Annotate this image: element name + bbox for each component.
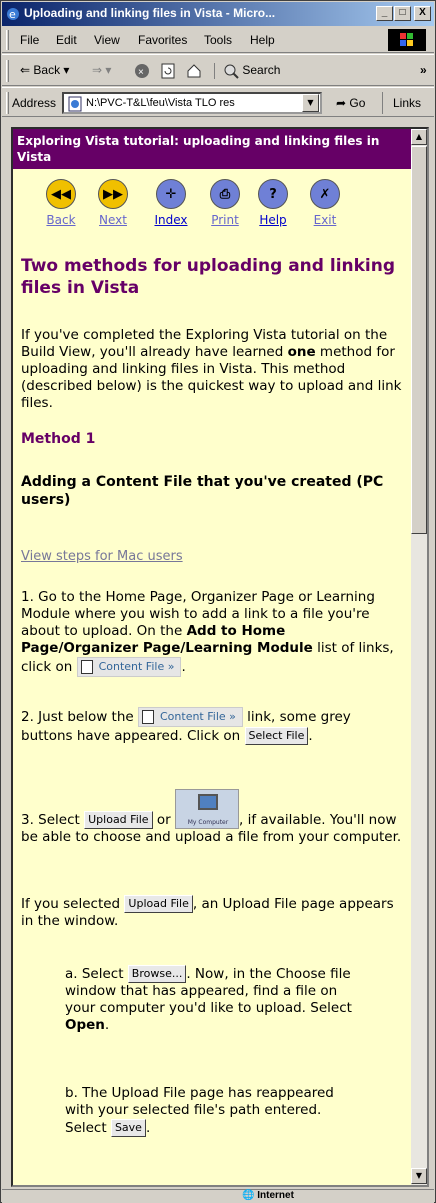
title-bar: e Uploading and linking files in Vista -…: [2, 2, 434, 26]
select-file-button[interactable]: Select File: [244, 727, 309, 745]
nav-exit-label[interactable]: Exit: [305, 213, 345, 227]
nav-back-label[interactable]: Back: [41, 213, 81, 227]
refresh-button[interactable]: [160, 63, 176, 79]
forward-button[interactable]: ⇒ ▾: [92, 63, 111, 77]
index-crosshair-icon: ✛: [156, 179, 186, 209]
intro-paragraph: If you've completed the Exploring Vista …: [21, 327, 402, 411]
my-computer-button[interactable]: My Computer: [174, 789, 239, 829]
step-2: 2. Just below the Content File » link, s…: [21, 707, 351, 745]
close-button[interactable]: X: [414, 6, 431, 21]
monitor-icon: [197, 794, 218, 810]
addressbar-grip[interactable]: [6, 92, 9, 114]
tutorial-nav: ◀◀ Back ▶▶ Next ✛ Index ⎙ Print ? Help ✗…: [13, 173, 411, 239]
svg-text:e: e: [9, 8, 16, 21]
go-arrow-icon: ➦: [336, 96, 350, 110]
svg-text:×: ×: [138, 67, 144, 78]
address-dropdown-button[interactable]: ▼: [302, 94, 319, 112]
step-upload-file: If you selected Upload File, an Upload F…: [21, 895, 394, 929]
tutorial-banner: Exploring Vista tutorial: uploading and …: [13, 129, 411, 169]
browser-window: e Uploading and linking files in Vista -…: [0, 0, 436, 1203]
menu-help[interactable]: Help: [250, 33, 275, 47]
home-button[interactable]: [186, 63, 202, 79]
upload-file-button-2[interactable]: Upload File: [124, 895, 193, 913]
refresh-icon: [161, 63, 175, 79]
save-button[interactable]: Save: [110, 1119, 146, 1137]
toolbar-overflow-chevron-icon[interactable]: »: [420, 63, 427, 77]
minimize-button[interactable]: _: [376, 6, 393, 21]
step-3: 3. Select Upload File or My Computer, if…: [21, 789, 405, 846]
back-dropdown-icon: ▾: [60, 63, 70, 77]
nav-print[interactable]: ⎙ Print: [205, 179, 245, 227]
exit-runner-icon: ✗: [310, 179, 340, 209]
browse-button[interactable]: Browse...: [127, 965, 187, 983]
home-icon: [187, 64, 201, 78]
page-viewport: Exploring Vista tutorial: uploading and …: [11, 127, 429, 1187]
forward-arrow-icon: ⇒ ▾: [92, 63, 112, 77]
ie-logo-icon: e: [7, 8, 19, 21]
globe-icon: 🌐: [242, 1190, 258, 1201]
nav-exit[interactable]: ✗ Exit: [305, 179, 345, 227]
address-input[interactable]: N:\PVC-T&L\feu\Vista TLO res: [62, 92, 322, 114]
document-icon: [142, 710, 154, 724]
page-title: Two methods for uploading and linking fi…: [21, 256, 396, 298]
nav-help[interactable]: ? Help: [253, 179, 293, 227]
menu-bar: File Edit View Favorites Tools Help: [2, 27, 434, 53]
menubar-grip[interactable]: [6, 30, 9, 50]
menu-favorites[interactable]: Favorites: [138, 33, 187, 47]
nav-index[interactable]: ✛ Index: [151, 179, 191, 227]
scroll-down-button[interactable]: ▼: [411, 1168, 427, 1184]
links-button[interactable]: Links: [382, 92, 432, 114]
maximize-button[interactable]: □: [394, 6, 411, 21]
menu-tools[interactable]: Tools: [204, 33, 232, 47]
nav-index-label[interactable]: Index: [151, 213, 191, 227]
address-value: N:\PVC-T&L\feu\Vista TLO res: [86, 97, 235, 109]
menu-edit[interactable]: Edit: [56, 33, 77, 47]
step-a: a. Select Browse.... Now, in the Choose …: [65, 965, 352, 1033]
status-bar: 🌐 Internet: [2, 1189, 434, 1203]
page-icon: [68, 96, 82, 112]
toolbar-grip[interactable]: [6, 60, 9, 82]
address-label: Address: [12, 96, 57, 110]
nav-back[interactable]: ◀◀ Back: [41, 179, 81, 227]
search-icon: [224, 64, 239, 79]
page-content: Exploring Vista tutorial: uploading and …: [13, 129, 411, 1185]
subheading: Adding a Content File that you've create…: [21, 474, 384, 508]
help-question-icon: ?: [258, 179, 288, 209]
windows-logo-icon: [388, 29, 426, 51]
address-bar: Address N:\PVC-T&L\feu\Vista TLO res ▼ ➦…: [2, 87, 434, 117]
menu-file[interactable]: File: [20, 33, 39, 47]
standard-toolbar: ⇐ Back ▾ ⇒ ▾ × Search »: [2, 54, 434, 86]
step-b: b. The Upload File page has reappeared w…: [65, 1085, 334, 1137]
stop-icon: ×: [135, 64, 149, 78]
go-button[interactable]: ➦ Go: [336, 96, 365, 110]
fast-forward-icon: ▶▶: [98, 179, 128, 209]
content-file-button-2[interactable]: Content File »: [138, 707, 243, 727]
document-icon: [80, 660, 93, 674]
status-zone: 🌐 Internet: [242, 1190, 294, 1201]
scroll-thumb[interactable]: [411, 146, 427, 534]
printer-icon: ⎙: [210, 179, 240, 209]
mac-steps-link[interactable]: View steps for Mac users: [21, 549, 183, 564]
nav-next[interactable]: ▶▶ Next: [93, 179, 133, 227]
step-1: 1. Go to the Home Page, Organizer Page o…: [21, 589, 394, 677]
method-heading: Method 1: [21, 431, 96, 447]
content-file-button[interactable]: Content File »: [76, 657, 182, 677]
window-title: Uploading and linking files in Vista - M…: [24, 6, 276, 20]
menu-view[interactable]: View: [94, 33, 120, 47]
stop-button[interactable]: ×: [134, 63, 150, 79]
search-button[interactable]: Search: [214, 63, 280, 79]
rewind-icon: ◀◀: [46, 179, 76, 209]
upload-file-button[interactable]: Upload File: [84, 811, 153, 829]
vertical-scrollbar[interactable]: ▲ ▼: [411, 129, 427, 1185]
scroll-up-button[interactable]: ▲: [411, 129, 427, 145]
back-arrow-icon: ⇐: [20, 63, 34, 77]
nav-next-label[interactable]: Next: [93, 213, 133, 227]
back-button[interactable]: ⇐ Back ▾: [20, 63, 69, 77]
nav-help-label[interactable]: Help: [253, 213, 293, 227]
nav-print-label[interactable]: Print: [205, 213, 245, 227]
